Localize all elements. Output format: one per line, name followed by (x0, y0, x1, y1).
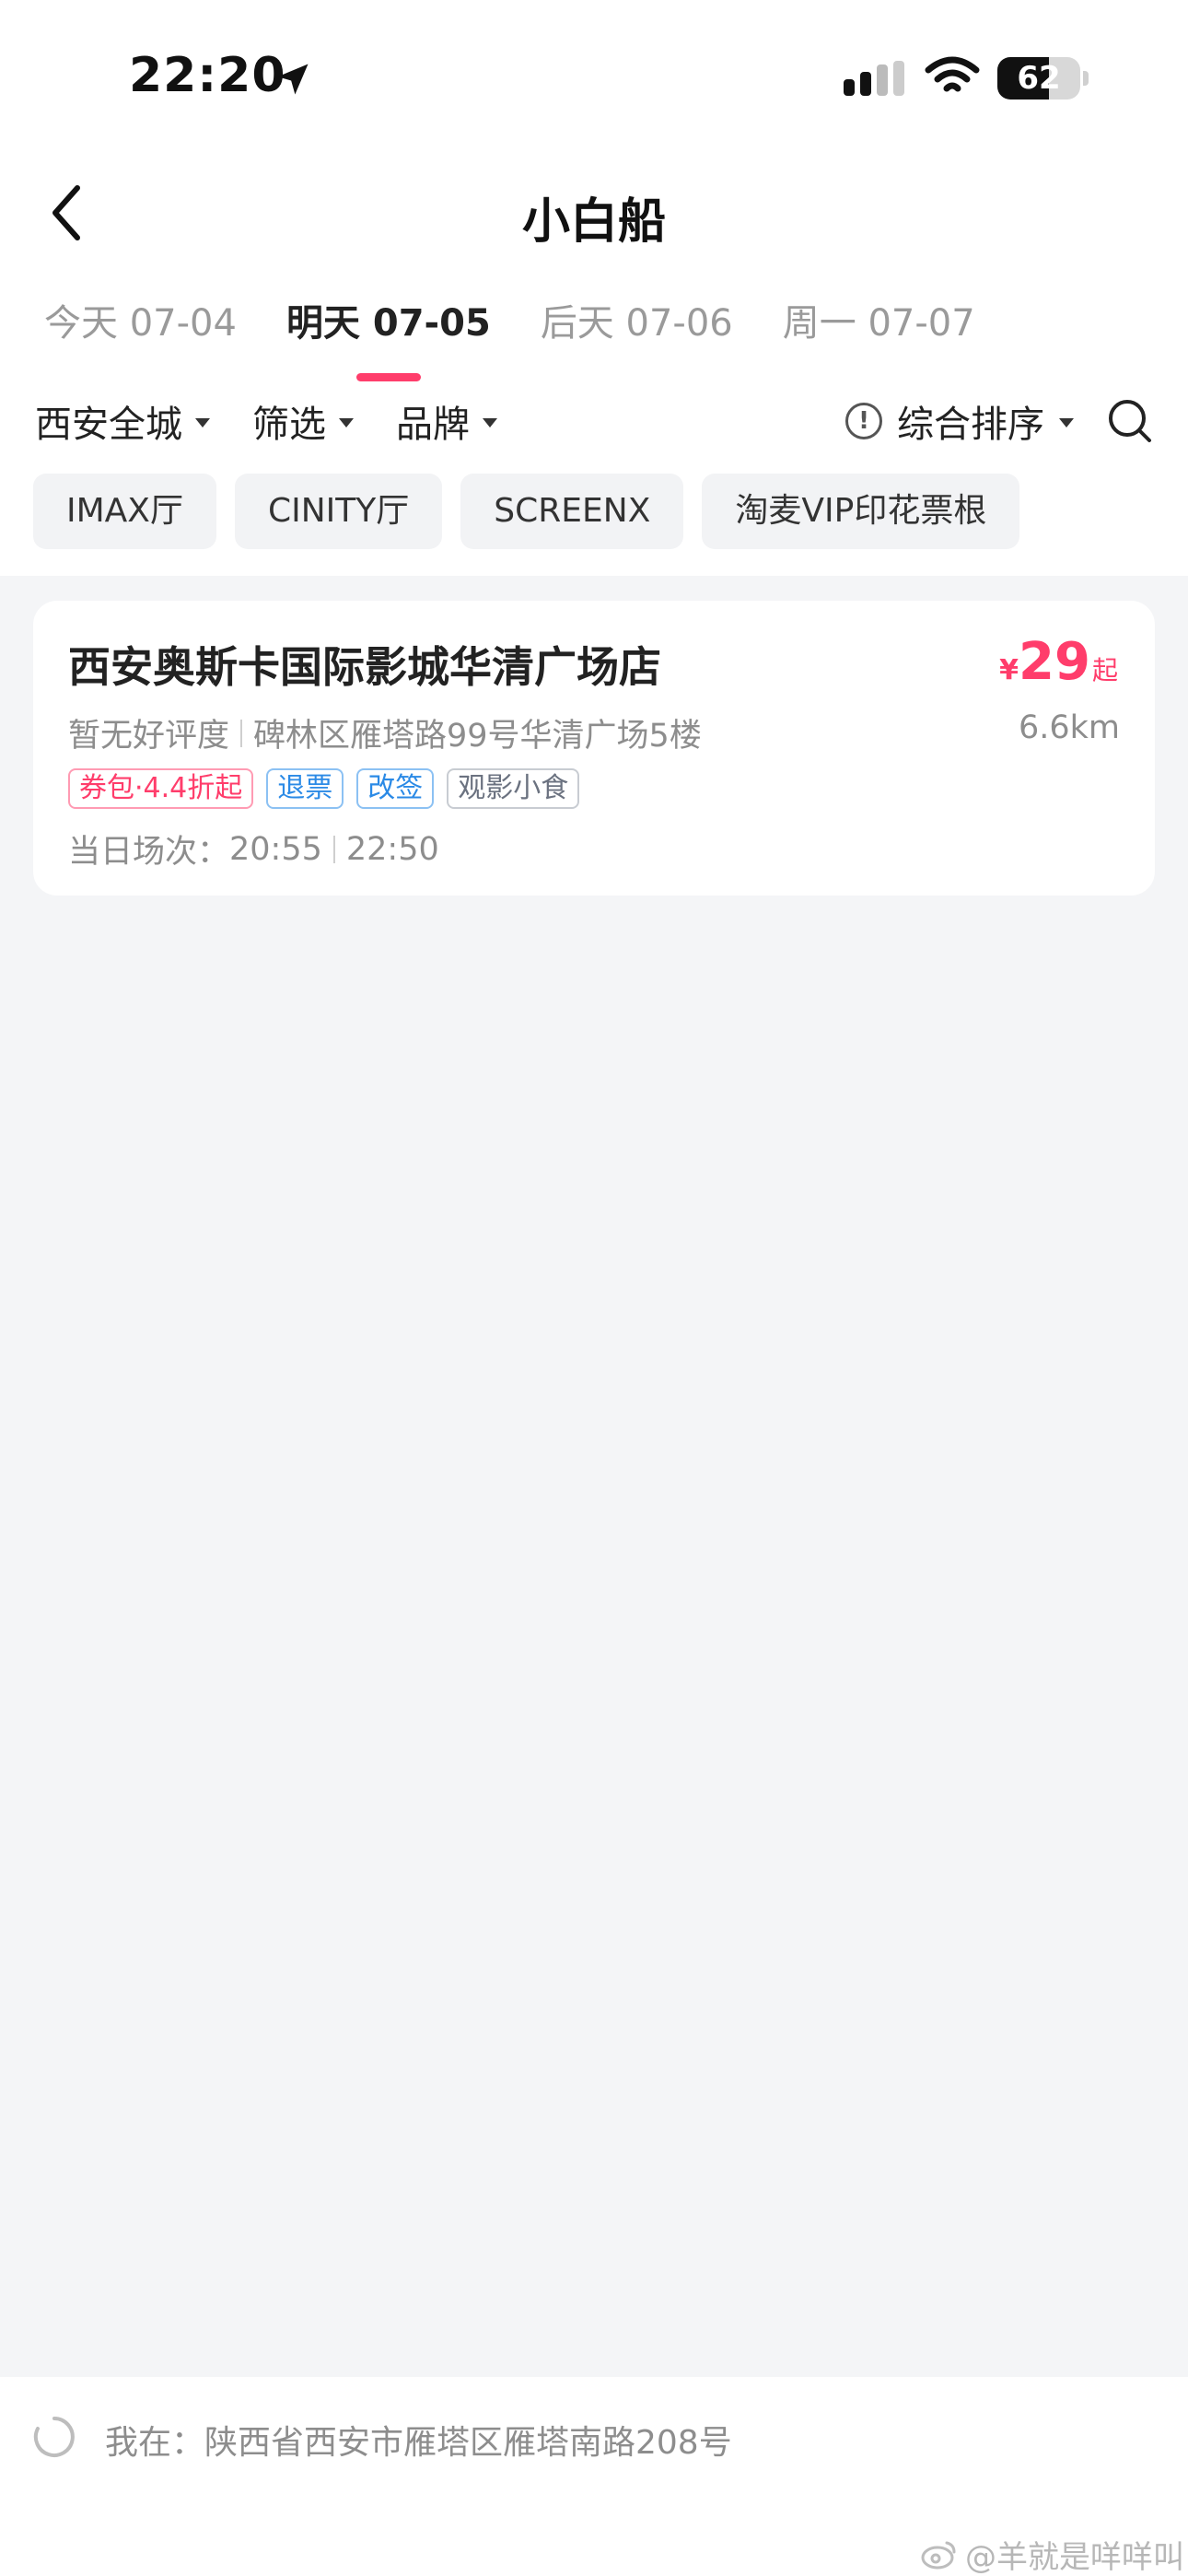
battery-cap (1083, 71, 1089, 86)
caret-down-icon (195, 418, 210, 427)
info-icon[interactable]: ! (845, 403, 882, 439)
header-area: 22:20 62 小白船 今天 07-04 明天 07-05 后天 07-06 … (0, 0, 1188, 576)
tab-date-day-after[interactable]: 后天 07-06 (541, 293, 733, 346)
weibo-logo-icon (921, 2541, 956, 2569)
screen-filter-label: 筛选 (252, 404, 326, 446)
chip-screenx[interactable]: SCREENX (460, 474, 684, 549)
tab-date-monday[interactable]: 周一 07-07 (783, 293, 975, 346)
current-location-text: 我在：陕西省西安市雁塔区雁塔南路208号 (105, 2424, 732, 2462)
cinema-name: 西安奥斯卡国际影城华清广场店 (68, 642, 661, 692)
cinema-distance: 6.6km (1018, 709, 1120, 746)
sort-label: 综合排序 (897, 404, 1044, 446)
city-filter-dropdown[interactable]: 西安全城 (35, 394, 210, 448)
cinema-tags: 券包·4.4折起 退票 改签 观影小食 (68, 768, 580, 809)
cinema-card[interactable]: 西安奥斯卡国际影城华清广场店 ¥ 29 起 暂无好评度 碑林区雁塔路99号华清广… (33, 601, 1155, 896)
search-icon[interactable] (1107, 398, 1153, 444)
divider (332, 835, 335, 863)
price-currency: ¥ (999, 654, 1019, 686)
city-filter-label: 西安全城 (35, 404, 182, 446)
cinema-rating: 暂无好评度 (68, 718, 230, 755)
tab-date-today[interactable]: 今天 07-04 (44, 293, 237, 346)
showtime: 20:55 (229, 830, 322, 868)
cinema-meta: 暂无好评度 碑林区雁塔路99号华清广场5楼 (68, 709, 702, 756)
battery-icon: 62 (997, 57, 1080, 100)
caret-down-icon (483, 418, 497, 427)
brand-filter-dropdown[interactable]: 品牌 (396, 394, 497, 448)
chip-imax[interactable]: IMAX厅 (33, 474, 216, 549)
tab-date-tomorrow[interactable]: 明天 07-05 (286, 293, 491, 346)
location-bar: 我在：陕西省西安市雁塔区雁塔南路208号 @羊就是咩咩叫 (0, 2377, 1188, 2576)
price-value: 29 (1019, 632, 1090, 692)
chip-vip-ticket[interactable]: 淘麦VIP印花票根 (702, 474, 1020, 549)
watermark: @羊就是咩咩叫 (921, 2532, 1184, 2576)
brand-filter-label: 品牌 (396, 404, 470, 446)
screen-filter-dropdown[interactable]: 筛选 (252, 394, 354, 448)
wifi-icon (925, 56, 980, 92)
refresh-icon[interactable] (31, 2414, 77, 2460)
chip-cinity[interactable]: CINITY厅 (234, 474, 443, 549)
date-tabs: 今天 07-04 明天 07-05 后天 07-06 周一 07-07 (44, 293, 975, 346)
tag-refund: 退票 (266, 768, 344, 809)
divider (240, 719, 243, 747)
tag-snacks: 观影小食 (447, 768, 580, 809)
caret-down-icon (339, 418, 354, 427)
sort-dropdown[interactable]: ! 综合排序 (845, 394, 1074, 448)
price-suffix: 起 (1091, 655, 1118, 685)
showtimes-label: 当日场次： (68, 834, 230, 871)
tag-coupon: 券包·4.4折起 (68, 768, 254, 809)
page-title: 小白船 (521, 194, 666, 250)
battery-level: 62 (1017, 60, 1061, 97)
screen-type-chips: IMAX厅 CINITY厅 SCREENX 淘麦VIP印花票根 (33, 474, 1020, 549)
location-arrow-icon (277, 64, 309, 95)
caret-down-icon (1059, 418, 1074, 427)
filter-bar: 西安全城 筛选 品牌 (35, 394, 497, 448)
cinema-price: ¥ 29 起 (999, 632, 1118, 692)
status-time: 22:20 (129, 48, 286, 103)
showtime: 22:50 (345, 830, 439, 868)
cinema-address: 碑林区雁塔路99号华清广场5楼 (253, 718, 702, 755)
tag-reschedule: 改签 (356, 768, 435, 809)
page: 22:20 62 小白船 今天 07-04 明天 07-05 后天 07-06 … (0, 0, 1188, 2576)
watermark-text: @羊就是咩咩叫 (965, 2539, 1184, 2576)
cinema-showtimes: 当日场次： 20:55 22:50 (68, 825, 439, 872)
cellular-signal-icon (844, 61, 904, 96)
